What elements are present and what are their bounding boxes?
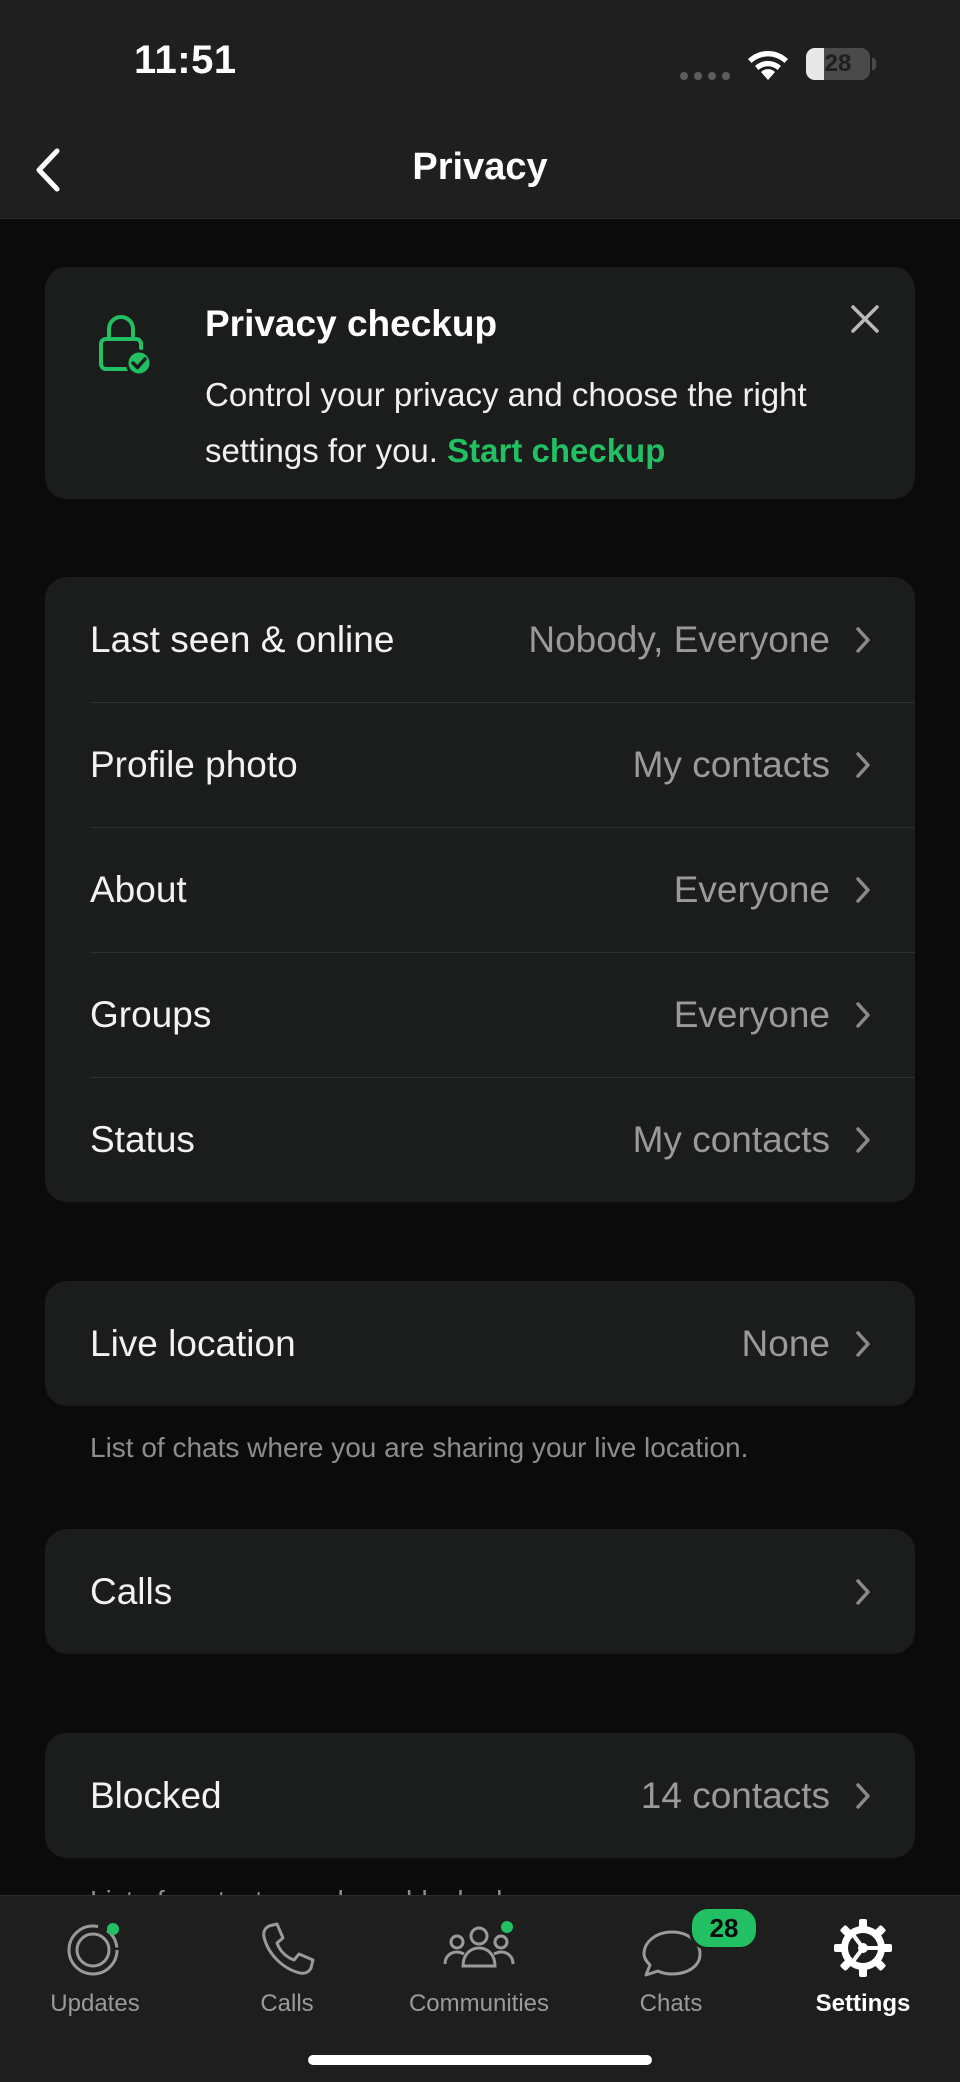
setting-row-live-location[interactable]: Live location None	[45, 1281, 915, 1406]
calls-card: Calls	[45, 1529, 915, 1654]
chevron-right-icon	[856, 1126, 870, 1153]
page-title: Privacy	[412, 146, 548, 188]
chevron-right-icon	[856, 751, 870, 778]
setting-row-last-seen[interactable]: Last seen & online Nobody, Everyone	[45, 577, 915, 702]
tab-settings[interactable]: Settings	[773, 1910, 953, 2020]
chevron-right-icon	[856, 626, 870, 653]
setting-value: Everyone	[673, 868, 830, 910]
privacy-checkup-card: Privacy checkup Control your privacy and…	[45, 267, 915, 499]
chevron-right-icon	[856, 1330, 870, 1357]
setting-row-calls[interactable]: Calls	[45, 1529, 915, 1654]
setting-value: Everyone	[673, 993, 830, 1035]
wifi-icon	[748, 51, 788, 80]
chevron-right-icon	[856, 1578, 870, 1605]
battery-percent: 28	[824, 50, 852, 77]
setting-row-about[interactable]: About Everyone	[45, 827, 915, 952]
top-bar: 11:51 28 Privacy	[0, 0, 960, 219]
setting-label: Status	[90, 1118, 195, 1160]
setting-value: 14 contacts	[640, 1774, 830, 1816]
setting-value: Nobody, Everyone	[528, 618, 830, 660]
close-icon[interactable]	[845, 299, 885, 339]
tab-communities[interactable]: Communities	[389, 1910, 569, 2020]
chats-unread-badge: 28	[689, 1906, 759, 1950]
tab-label: Chats	[639, 1990, 703, 2017]
communities-icon	[443, 1921, 515, 1968]
lock-check-icon	[99, 315, 153, 377]
tab-label: Updates	[50, 1990, 140, 2017]
setting-label: About	[90, 868, 187, 910]
setting-row-blocked[interactable]: Blocked 14 contacts	[45, 1733, 915, 1858]
cellular-signal-icon	[680, 72, 730, 80]
bottom-tab-bar: Updates Calls Communities 28 Chats Setti…	[0, 1895, 960, 2082]
setting-row-profile-photo[interactable]: Profile photo My contacts	[45, 702, 915, 827]
battery-icon: 28	[806, 48, 870, 80]
setting-value: None	[741, 1322, 830, 1364]
tab-label: Communities	[408, 1990, 550, 2017]
tab-label: Settings	[815, 1990, 911, 2017]
setting-label: Last seen & online	[90, 618, 395, 660]
start-checkup-link[interactable]: Start checkup	[447, 432, 665, 469]
chevron-right-icon	[856, 876, 870, 903]
live-location-card: Live location None	[45, 1281, 915, 1406]
setting-value: My contacts	[632, 743, 830, 785]
tab-label: Calls	[260, 1990, 314, 2017]
chevron-right-icon	[856, 1782, 870, 1809]
setting-row-status[interactable]: Status My contacts	[45, 1077, 915, 1202]
updates-icon	[67, 1923, 119, 1976]
blocked-card: Blocked 14 contacts	[45, 1733, 915, 1858]
privacy-settings-card: Last seen & online Nobody, Everyone Prof…	[45, 577, 915, 1202]
setting-label: Calls	[90, 1570, 173, 1612]
live-location-footnote: List of chats where you are sharing your…	[90, 1432, 749, 1463]
setting-label: Blocked	[90, 1774, 222, 1816]
setting-value: My contacts	[632, 1118, 830, 1160]
status-time: 11:51	[134, 38, 237, 82]
settings-gear-icon	[834, 1919, 892, 1977]
battery-nub	[872, 58, 876, 70]
tab-calls[interactable]: Calls	[197, 1910, 377, 2020]
home-indicator	[308, 2055, 652, 2065]
tab-updates[interactable]: Updates	[5, 1910, 185, 2020]
setting-label: Profile photo	[90, 743, 298, 785]
setting-label: Groups	[90, 993, 212, 1035]
setting-label: Live location	[90, 1322, 296, 1364]
checkup-description: Control your privacy and choose the righ…	[205, 367, 855, 479]
phone-icon	[262, 1922, 315, 1975]
checkup-title: Privacy checkup	[205, 303, 498, 344]
setting-row-groups[interactable]: Groups Everyone	[45, 952, 915, 1077]
chevron-right-icon	[856, 1001, 870, 1028]
tab-chats[interactable]: 28 Chats	[581, 1906, 761, 2020]
